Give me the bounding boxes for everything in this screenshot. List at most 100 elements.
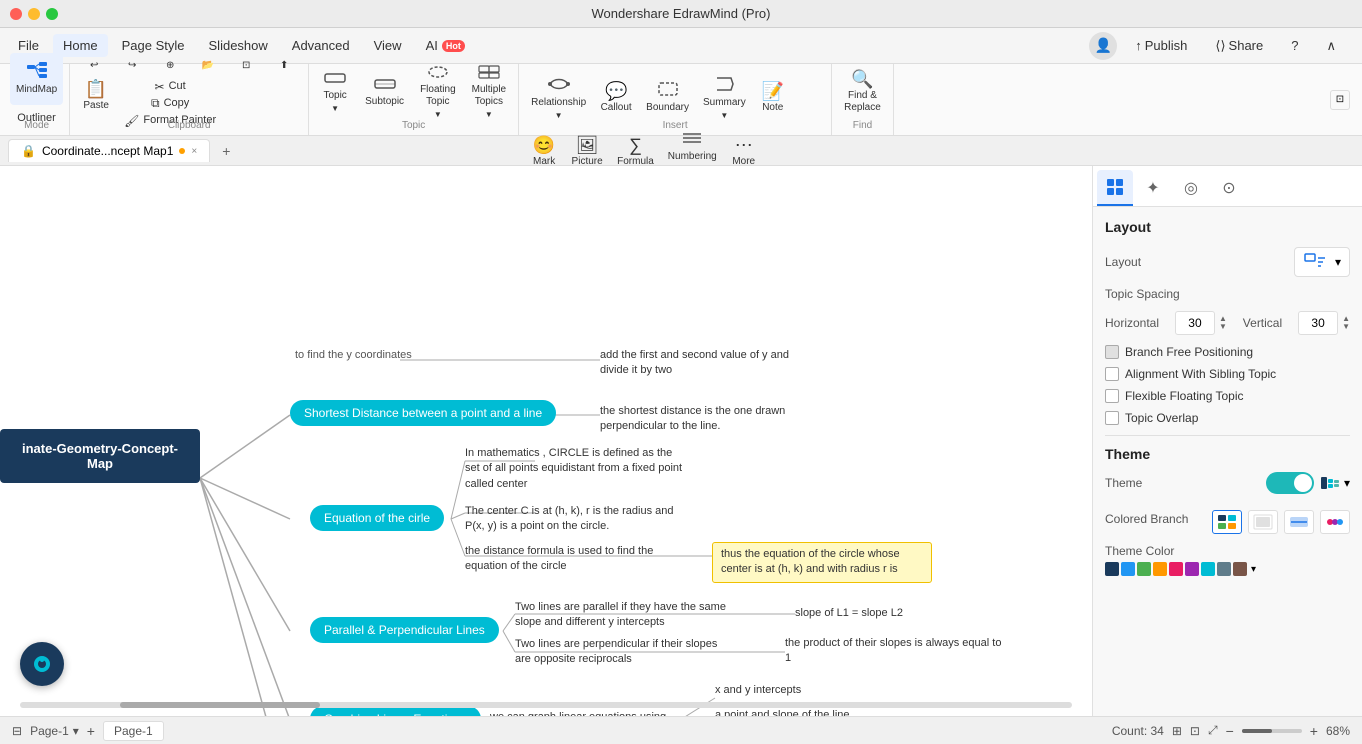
collapse-button[interactable]: ∧ (1316, 34, 1346, 58)
branch-style-1[interactable] (1212, 510, 1242, 534)
canvas-scrollbar[interactable] (20, 702, 1072, 708)
parallel-desc-1[interactable]: Two lines are perpendicular if their slo… (515, 637, 735, 668)
color-5[interactable] (1169, 562, 1183, 576)
user-avatar[interactable]: 👤 (1089, 32, 1117, 60)
zoom-in-button[interactable]: + (1310, 723, 1318, 739)
share-button[interactable]: ⟨⟩Share (1205, 34, 1273, 58)
layout-dropdown-arrow: ▾ (1335, 255, 1341, 269)
toggle-sidebar-button[interactable]: ⊟ (12, 724, 22, 738)
canvas-scrollbar-thumb[interactable] (120, 702, 320, 708)
callout-button[interactable]: 💬 Callout (594, 72, 638, 124)
ai-assistant-button[interactable] (20, 642, 64, 686)
fit-page-button[interactable]: ⊡ (1190, 724, 1200, 738)
undo-button[interactable]: ↩ (76, 55, 112, 77)
topic-overlap-checkbox[interactable] (1105, 411, 1119, 425)
find-replace-button[interactable]: 🔍 Find &Replace (838, 66, 887, 118)
export-button[interactable]: ⬆ (266, 55, 302, 77)
graphing-item-2: a point and slope of the line (715, 709, 850, 716)
branch-free-checkbox[interactable] (1105, 345, 1119, 359)
multiple-topics-button[interactable]: MultipleTopics ▼ (466, 66, 512, 118)
boundary-button[interactable]: Boundary (640, 72, 695, 124)
color-8[interactable] (1217, 562, 1231, 576)
redo-button[interactable]: ↪ (114, 55, 150, 77)
current-page-tab[interactable]: Page-1 (103, 721, 164, 741)
horizontal-value[interactable]: 30 (1175, 311, 1215, 335)
paste-button[interactable]: 📋 Paste (76, 79, 116, 113)
topic-shortest-distance[interactable]: Shortest Distance between a point and a … (290, 400, 556, 426)
zoom-slider[interactable] (1242, 729, 1302, 733)
shortest-distance-desc[interactable]: the shortest distance is the one drawn p… (600, 404, 820, 435)
topic-button[interactable]: Topic ▼ (315, 66, 355, 118)
parallel-result-1[interactable]: the product of their slopes is always eq… (785, 636, 1005, 667)
subtopic-button[interactable]: Subtopic (359, 66, 410, 118)
floating-topic-icon (427, 64, 449, 82)
panel-tab-location[interactable]: ◎ (1173, 170, 1209, 206)
vertical-value[interactable]: 30 (1298, 311, 1338, 335)
y-coord-label[interactable]: to find the y coordinates (295, 348, 412, 363)
open-button[interactable]: 📂 (190, 55, 226, 77)
copy-button[interactable]: ⧉ Copy (120, 96, 220, 112)
panel-tab-ai[interactable]: ✦ (1135, 170, 1171, 206)
topic-parallel-lines[interactable]: Parallel & Perpendicular Lines (310, 617, 499, 643)
minimize-button[interactable] (28, 8, 40, 20)
menu-ai[interactable]: AI Hot (416, 34, 475, 57)
color-2[interactable] (1121, 562, 1135, 576)
recover-button[interactable]: ⊡ (228, 55, 264, 77)
panel-tab-layout[interactable] (1097, 170, 1133, 206)
color-6[interactable] (1185, 562, 1199, 576)
color-4[interactable] (1153, 562, 1167, 576)
branch-style-3[interactable] (1284, 510, 1314, 534)
branch-style-2[interactable] (1248, 510, 1278, 534)
maximize-button[interactable] (46, 8, 58, 20)
mindmap-button[interactable]: MindMap (10, 53, 63, 105)
color-1[interactable] (1105, 562, 1119, 576)
horizontal-down[interactable]: ▼ (1219, 323, 1227, 331)
theme-color-dropdown[interactable]: ▾ (1251, 564, 1256, 575)
y-coord-text[interactable]: add the first and second value of y and … (600, 348, 820, 379)
vertical-arrows[interactable]: ▲ ▼ (1342, 315, 1350, 331)
canvas[interactable]: inate-Geometry-Concept-Map to find the y… (0, 166, 1092, 716)
zoom-out-button[interactable]: − (1226, 723, 1234, 739)
summary-button[interactable]: Summary ▼ (697, 72, 752, 124)
topic-equation-circle[interactable]: Equation of the cirle (310, 505, 444, 531)
expand-toolbar-button[interactable]: ⊡ (1330, 90, 1350, 110)
color-7[interactable] (1201, 562, 1215, 576)
branch-style-4[interactable] (1320, 510, 1350, 534)
horizontal-arrows[interactable]: ▲ ▼ (1219, 315, 1227, 331)
zoom-percent[interactable]: 68% (1326, 724, 1350, 738)
add-page-button[interactable]: + (87, 723, 95, 739)
theme-toggle[interactable] (1266, 472, 1314, 494)
tab-unsaved-dot (179, 148, 185, 154)
alignment-sibling-checkbox[interactable] (1105, 367, 1119, 381)
relationship-button[interactable]: Relationship ▼ (525, 72, 592, 124)
vertical-down[interactable]: ▼ (1342, 323, 1350, 331)
central-topic[interactable]: inate-Geometry-Concept-Map (0, 429, 200, 483)
topic-group-label: Topic (309, 120, 518, 131)
tab-close-button[interactable]: × (191, 146, 197, 157)
note-button[interactable]: 📝 Note (754, 72, 792, 124)
color-9[interactable] (1233, 562, 1247, 576)
colored-branch-label: Colored Branch (1105, 512, 1188, 526)
help-button[interactable]: ? (1281, 34, 1308, 57)
color-3[interactable] (1137, 562, 1151, 576)
flexible-floating-checkbox[interactable] (1105, 389, 1119, 403)
cut-button[interactable]: ✂ Cut (120, 79, 220, 95)
theme-dropdown[interactable]: ▾ (1320, 476, 1350, 490)
fullscreen-button[interactable]: ⤢ (1208, 723, 1218, 738)
menu-view[interactable]: View (364, 34, 412, 57)
toolbar: MindMap Outliner Mode ↩ ↪ ⊕ 📂 ⊡ ⬆ 📋 Past… (0, 64, 1362, 136)
circle-desc-0[interactable]: In mathematics , CIRCLE is defined as th… (465, 446, 685, 492)
close-button[interactable] (10, 8, 22, 20)
floating-topic-button[interactable]: FloatingTopic ▼ (414, 66, 462, 118)
page-tab[interactable]: Page-1 ▾ (30, 724, 79, 738)
parallel-desc-0[interactable]: Two lines are parallel if they have the … (515, 600, 735, 631)
layout-dropdown[interactable]: ▾ (1294, 247, 1350, 277)
circle-desc-1[interactable]: The center C is at (h, k), r is the radi… (465, 504, 685, 535)
publish-button[interactable]: ↑Publish (1125, 34, 1197, 57)
parallel-result-0[interactable]: slope of L1 = slope L2 (795, 606, 903, 621)
panel-tab-shield[interactable]: ⊙ (1211, 170, 1247, 206)
multi-page-view-button[interactable]: ⊞ (1172, 724, 1182, 738)
circle-desc-3[interactable]: thus the equation of the circle whose ce… (712, 542, 932, 583)
circle-desc-2[interactable]: the distance formula is used to find the… (465, 544, 685, 575)
new-button[interactable]: ⊕ (152, 55, 188, 77)
